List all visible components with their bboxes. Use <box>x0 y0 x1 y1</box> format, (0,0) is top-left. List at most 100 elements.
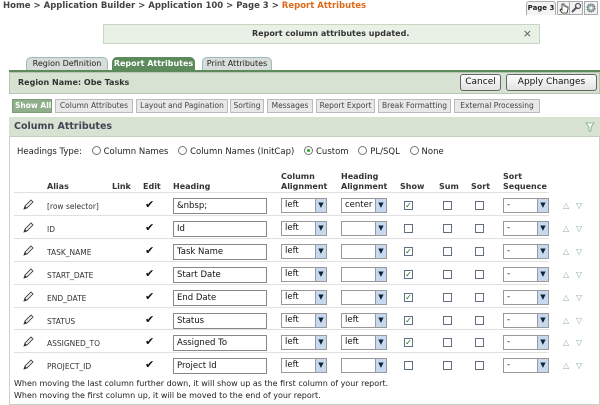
heading-input[interactable]: Start Date <box>173 267 267 283</box>
wrench-icon[interactable] <box>569 1 583 15</box>
move-up-icon[interactable]: △ <box>563 293 570 302</box>
sort-sequence-select[interactable]: - ▼ <box>503 313 549 328</box>
heading-alignment-select[interactable]: ▼ <box>341 244 387 259</box>
sort-sequence-select[interactable]: - ▼ <box>503 358 549 373</box>
sort-checkbox[interactable] <box>475 316 484 325</box>
move-up-icon[interactable]: △ <box>563 201 570 210</box>
sum-checkbox[interactable] <box>443 293 452 302</box>
tab-region-definition[interactable]: Region Definition <box>26 57 108 70</box>
sum-checkbox[interactable] <box>443 247 452 256</box>
edit-pencil-icon[interactable] <box>22 314 34 326</box>
breadcrumb-application[interactable]: Application 100 <box>148 1 223 11</box>
show-checkbox[interactable]: ✓ <box>404 338 413 347</box>
collapse-icon[interactable] <box>585 122 595 132</box>
tab-print-attributes[interactable]: Print Attributes <box>202 57 272 70</box>
page-tab[interactable]: Page 3 <box>526 1 556 15</box>
sort-sequence-select[interactable]: - ▼ <box>503 244 549 259</box>
move-down-icon[interactable]: ▽ <box>576 201 583 210</box>
edit-pencil-icon[interactable] <box>22 222 34 234</box>
move-down-icon[interactable]: ▽ <box>576 247 583 256</box>
heading-alignment-select[interactable]: ▼ <box>341 267 387 282</box>
column-alignment-select[interactable]: left ▼ <box>281 358 327 373</box>
sort-checkbox[interactable] <box>475 338 484 347</box>
heading-input[interactable]: Id <box>173 221 267 237</box>
edit-pencil-icon[interactable] <box>22 268 34 280</box>
subtab-break-formatting[interactable]: Break Formatting <box>378 99 451 113</box>
show-checkbox[interactable] <box>404 361 413 370</box>
move-up-icon[interactable]: △ <box>563 316 570 325</box>
apply-changes-button[interactable]: Apply Changes <box>506 74 597 91</box>
move-down-icon[interactable]: ▽ <box>576 361 583 370</box>
show-checkbox[interactable]: ✓ <box>404 293 413 302</box>
show-checkbox[interactable]: ✓ <box>404 247 413 256</box>
sort-sequence-select[interactable]: - ▼ <box>503 335 549 350</box>
move-up-icon[interactable]: △ <box>563 270 570 279</box>
sort-sequence-select[interactable]: - ▼ <box>503 221 549 236</box>
cancel-button[interactable]: Cancel <box>460 74 501 91</box>
sort-sequence-select[interactable]: - ▼ <box>503 290 549 305</box>
edit-pencil-icon[interactable] <box>22 336 34 348</box>
heading-input[interactable]: &nbsp; <box>173 198 267 214</box>
show-checkbox[interactable]: ✓ <box>404 270 413 279</box>
sum-checkbox[interactable] <box>443 201 452 210</box>
breadcrumb-home[interactable]: Home <box>3 1 31 11</box>
move-up-icon[interactable]: △ <box>563 224 570 233</box>
heading-alignment-select[interactable]: left ▼ <box>341 335 387 350</box>
sum-checkbox[interactable] <box>443 270 452 279</box>
move-down-icon[interactable]: ▽ <box>576 224 583 233</box>
move-down-icon[interactable]: ▽ <box>576 338 583 347</box>
column-alignment-select[interactable]: left ▼ <box>281 335 327 350</box>
heading-input[interactable]: Project Id <box>173 358 267 374</box>
radio-custom[interactable] <box>304 146 313 155</box>
heading-alignment-select[interactable]: ▼ <box>341 221 387 236</box>
move-down-icon[interactable]: ▽ <box>576 293 583 302</box>
close-icon[interactable]: × <box>523 25 532 43</box>
column-alignment-select[interactable]: left ▼ <box>281 267 327 282</box>
sort-checkbox[interactable] <box>475 247 484 256</box>
edit-pencil-icon[interactable] <box>22 359 34 371</box>
sum-checkbox[interactable] <box>443 224 452 233</box>
sort-sequence-select[interactable]: - ▼ <box>503 267 549 282</box>
show-checkbox[interactable]: ✓ <box>404 316 413 325</box>
move-down-icon[interactable]: ▽ <box>576 316 583 325</box>
subtab-messages[interactable]: Messages <box>267 99 313 113</box>
subtab-external-processing[interactable]: External Processing <box>454 99 540 113</box>
tab-report-attributes[interactable]: Report Attributes <box>112 57 195 70</box>
sort-checkbox[interactable] <box>475 293 484 302</box>
move-up-icon[interactable]: △ <box>563 338 570 347</box>
heading-input[interactable]: End Date <box>173 290 267 306</box>
show-checkbox[interactable] <box>404 224 413 233</box>
subtab-report-export[interactable]: Report Export <box>316 99 375 113</box>
sort-sequence-select[interactable]: - ▼ <box>503 198 549 213</box>
heading-alignment-select[interactable]: center ▼ <box>341 198 387 213</box>
edit-pencil-icon[interactable] <box>22 199 34 211</box>
move-down-icon[interactable]: ▽ <box>576 270 583 279</box>
breadcrumb-app-builder[interactable]: Application Builder <box>44 1 136 11</box>
heading-alignment-select[interactable]: left ▼ <box>341 313 387 328</box>
heading-input[interactable]: Task Name <box>173 244 267 260</box>
sum-checkbox[interactable] <box>443 316 452 325</box>
column-alignment-select[interactable]: left ▼ <box>281 313 327 328</box>
subtab-column-attributes[interactable]: Column Attributes <box>55 99 133 113</box>
heading-alignment-select[interactable]: ▼ <box>341 358 387 373</box>
heading-input[interactable]: Assigned To <box>173 335 267 351</box>
heading-alignment-select[interactable]: ▼ <box>341 290 387 305</box>
breadcrumb-page[interactable]: Page 3 <box>236 1 268 11</box>
sort-checkbox[interactable] <box>475 361 484 370</box>
edit-pencil-icon[interactable] <box>22 245 34 257</box>
move-up-icon[interactable]: △ <box>563 247 570 256</box>
column-alignment-select[interactable]: left ▼ <box>281 221 327 236</box>
column-alignment-select[interactable]: left ▼ <box>281 290 327 305</box>
sort-checkbox[interactable] <box>475 270 484 279</box>
radio-column-names[interactable] <box>91 146 101 155</box>
sort-checkbox[interactable] <box>475 201 484 210</box>
column-alignment-select[interactable]: left ▼ <box>281 244 327 259</box>
sort-checkbox[interactable] <box>475 224 484 233</box>
radio-none[interactable] <box>409 146 419 155</box>
gear-icon[interactable] <box>584 1 598 15</box>
sum-checkbox[interactable] <box>443 338 452 347</box>
heading-input[interactable]: Status <box>173 313 267 329</box>
sum-checkbox[interactable] <box>443 361 452 370</box>
subtab-layout-pagination[interactable]: Layout and Pagination <box>136 99 228 113</box>
subtab-sorting[interactable]: Sorting <box>230 99 264 113</box>
